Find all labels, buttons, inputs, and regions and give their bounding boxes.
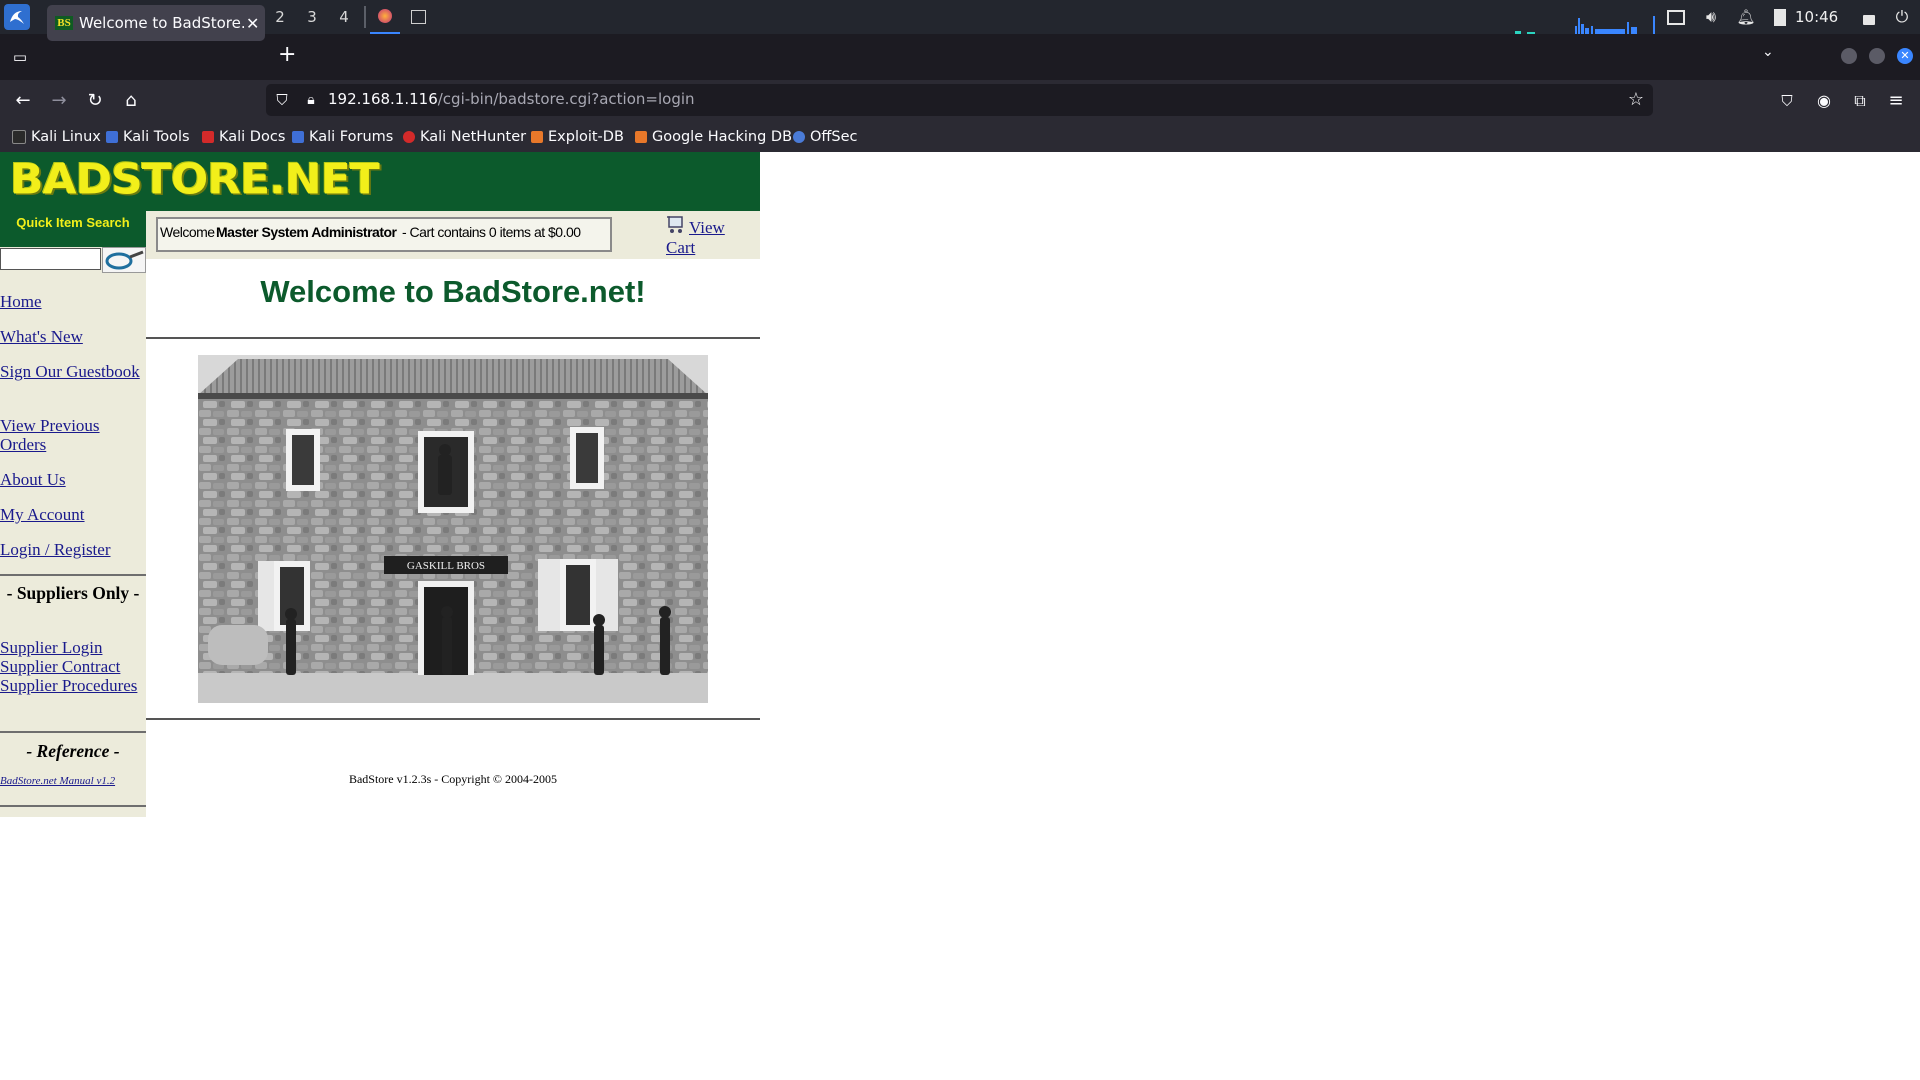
kali-docs-icon	[202, 131, 214, 143]
tab-title: Welcome to BadStore.net	[79, 14, 244, 32]
sidebar-item-home[interactable]: Home	[0, 292, 146, 311]
footer-copyright: BadStore v1.2.3s - Copyright © 2004-2005	[348, 772, 558, 786]
bookmark-kali-nethunter[interactable]: Kali NetHunter	[403, 127, 526, 147]
insecure-lock-icon[interactable]: 🔒︎	[299, 88, 323, 112]
badstore-logo[interactable]: BADSTORE.NET	[10, 159, 380, 201]
bookmarks-toolbar	[0, 122, 1920, 152]
sidebar-divider	[0, 731, 146, 733]
sidebar-item-login-register[interactable]: Login / Register	[0, 540, 146, 559]
workspace-2[interactable]: 2	[265, 0, 295, 34]
sidebar-item-whats-new[interactable]: What's New	[0, 327, 146, 346]
ghdb-icon	[635, 131, 647, 143]
sidebar-item-supplier-contract[interactable]: Supplier Contract	[0, 657, 146, 676]
list-all-tabs-chevron-icon[interactable]: ⌄	[1762, 44, 1774, 60]
bookmark-kali-linux[interactable]: Kali Linux	[12, 127, 101, 147]
bookmark-offsec[interactable]: OffSec	[793, 127, 858, 147]
welcome-user: Master System Administrator	[216, 224, 397, 240]
battery-icon[interactable]	[1770, 0, 1790, 34]
sidebar-item-my-account[interactable]: My Account	[0, 505, 146, 524]
task-terminal-window[interactable]	[406, 0, 430, 34]
bookmark-kali-tools[interactable]: Kali Tools	[106, 127, 190, 147]
workspace-3[interactable]: 3	[297, 0, 327, 34]
sidebar-item-previous-orders[interactable]: View Previous Orders	[0, 416, 146, 454]
kali-dragon-icon	[12, 130, 26, 144]
main-divider	[146, 718, 760, 720]
welcome-prefix: Welcome	[160, 224, 215, 240]
task-firefox-window[interactable]	[370, 0, 400, 34]
cart-summary: - Cart contains 0 items at $0.00	[402, 224, 581, 240]
gaskill-bros-sign: GASKILL BROS	[407, 560, 485, 572]
exploit-db-icon	[531, 131, 543, 143]
bookmark-kali-forums[interactable]: Kali Forums	[292, 127, 393, 147]
offsec-icon	[793, 131, 805, 143]
clock[interactable]: 10:46	[1795, 0, 1838, 34]
pocket-icon[interactable]: ⛉	[1775, 89, 1799, 113]
page-title: Welcome to BadStore.net!	[260, 274, 646, 309]
back-arrow-icon[interactable]: ←	[11, 89, 35, 113]
site-header: BADSTORE.NET	[0, 152, 760, 211]
bookmark-exploit-db[interactable]: Exploit-DB	[531, 127, 624, 147]
sidebar-item-guestbook[interactable]: Sign Our Guestbook	[0, 362, 146, 381]
forward-arrow-icon[interactable]: →	[47, 89, 71, 113]
sidebar-divider	[0, 805, 146, 807]
search-submit-button[interactable]	[102, 247, 146, 273]
kali-tools-icon	[106, 131, 118, 143]
display-icon[interactable]	[1665, 0, 1687, 34]
main-divider	[146, 337, 760, 339]
nethunter-icon	[403, 131, 415, 143]
taskbar-separator	[364, 6, 366, 28]
minimize-window-button[interactable]	[1841, 48, 1857, 64]
web-page: BADSTORE.NET Quick Item Search Home What…	[0, 152, 1920, 1080]
kali-menu-icon[interactable]	[4, 4, 30, 30]
url-text[interactable]: 192.168.1.116/cgi-bin/badstore.cgi?actio…	[328, 90, 695, 108]
sidebar: Quick Item Search Home What's New Sign O…	[0, 211, 146, 817]
maximize-window-button[interactable]	[1869, 48, 1885, 64]
quick-search-header: Quick Item Search	[0, 211, 146, 247]
extensions-icon[interactable]: ⧉	[1848, 89, 1872, 113]
reload-icon[interactable]: ↻	[83, 89, 107, 113]
quick-search-input[interactable]	[0, 248, 101, 270]
bookmark-google-hacking-db[interactable]: Google Hacking DB	[635, 127, 792, 147]
account-icon[interactable]: ◉	[1812, 89, 1836, 113]
home-icon[interactable]: ⌂	[119, 89, 143, 113]
tab-badstore[interactable]: BS Welcome to BadStore.net ✕	[47, 5, 265, 41]
sidebar-item-about-us[interactable]: About Us	[0, 470, 146, 489]
hamburger-menu-icon[interactable]: ≡	[1884, 89, 1908, 113]
new-tab-button[interactable]: +	[278, 42, 296, 67]
bookmark-star-icon[interactable]: ☆	[1624, 88, 1648, 112]
badstore-favicon-icon: BS	[55, 16, 73, 30]
view-cart-link[interactable]: View Cart	[666, 218, 756, 258]
welcome-status-box: Welcome Master System Administrator - Ca…	[156, 217, 612, 252]
close-tab-icon[interactable]: ✕	[246, 14, 259, 33]
volume-icon[interactable]: 🔊︎	[1700, 0, 1722, 34]
store-photo: GASKILL BROS	[198, 355, 708, 703]
sidebar-item-supplier-procedures[interactable]: Supplier Procedures	[0, 676, 146, 695]
power-icon[interactable]: ⏻	[1890, 0, 1914, 34]
suppliers-heading: - Suppliers Only -	[6, 583, 140, 603]
manual-link[interactable]: BadStore.net Manual v1.2	[0, 775, 115, 787]
firefox-view-icon[interactable]: ▭	[8, 45, 32, 69]
cpu-usage-graph	[1515, 16, 1655, 34]
desktop-taskbar: >_ ▼ 1 2 3 4 🔊︎ 🔔︎ 10:46 ⏻	[0, 0, 1920, 34]
workspace-4[interactable]: 4	[329, 0, 359, 34]
sidebar-divider	[0, 574, 146, 576]
reference-heading: - Reference -	[26, 741, 120, 761]
sidebar-item-supplier-login[interactable]: Supplier Login	[0, 638, 146, 657]
kali-forums-icon	[292, 131, 304, 143]
bookmark-kali-docs[interactable]: Kali Docs	[202, 127, 285, 147]
magnifier-search-icon	[105, 250, 144, 270]
notification-bell-icon[interactable]: 🔔︎	[1735, 0, 1757, 34]
lock-screen-icon[interactable]	[1858, 0, 1880, 34]
tracking-shield-icon[interactable]: ⛉	[270, 88, 294, 112]
quick-search-label: Quick Item Search	[16, 215, 130, 230]
close-window-button[interactable]: ✕	[1897, 48, 1913, 64]
